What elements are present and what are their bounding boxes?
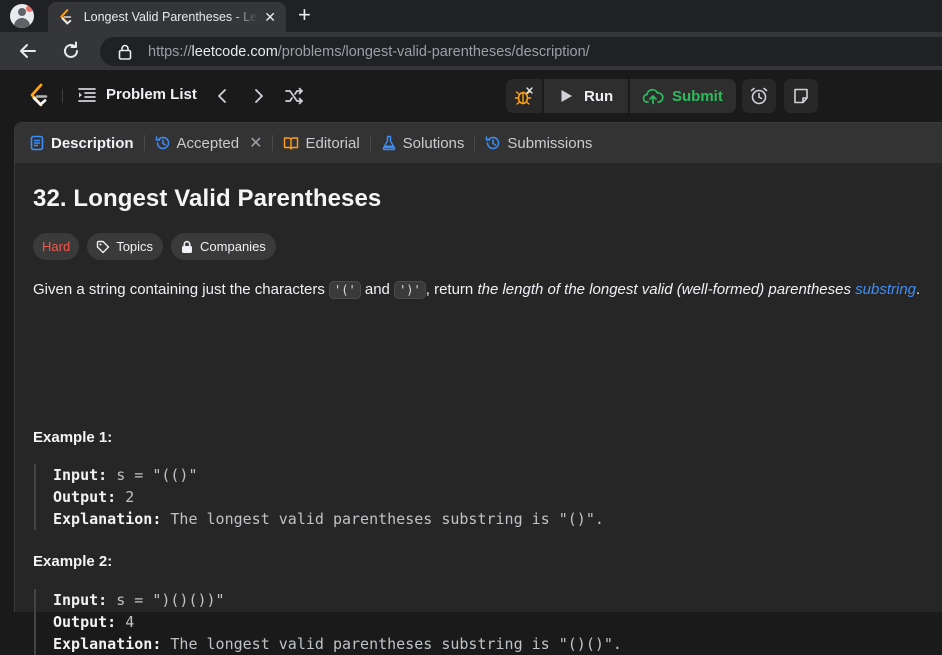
document-icon (30, 135, 44, 151)
back-arrow-icon[interactable] (17, 40, 39, 62)
cloud-upload-icon (642, 88, 664, 105)
example-2-explanation: Explanation: The longest valid parenthes… (53, 633, 622, 655)
input-value: s = ")()())" (107, 591, 225, 609)
problem-list-button[interactable]: Problem List (78, 86, 197, 103)
input-key: Input: (53, 466, 108, 484)
submit-label: Submit (672, 87, 723, 105)
output-value: 4 (116, 613, 135, 631)
browser-tab-title: Longest Valid Parentheses - LeetCode (83, 10, 259, 24)
tab-solutions[interactable]: Solutions (381, 134, 465, 152)
tab-description[interactable]: Description (29, 135, 134, 152)
lock-icon (182, 240, 193, 253)
debug-bug-icon (514, 87, 533, 105)
statement-and: and (360, 281, 395, 298)
tab-solutions-label: Solutions (402, 134, 465, 152)
problem-list-label: Problem List (106, 86, 197, 103)
code-open-paren: '(' (329, 281, 361, 299)
close-tab-icon[interactable]: ✕ (264, 9, 276, 26)
problem-content: 32. Longest Valid Parentheses Hard Topic… (33, 185, 933, 655)
next-problem-chevron-right-icon[interactable] (249, 86, 269, 106)
submit-button[interactable]: Submit (630, 79, 736, 113)
history-icon (155, 136, 169, 150)
book-icon (284, 137, 299, 150)
debug-button[interactable] (506, 79, 542, 113)
leetcode-logo-icon[interactable] (28, 83, 50, 109)
difficulty-badge: Hard (33, 233, 80, 260)
new-tab-icon[interactable]: + (298, 4, 311, 26)
example-1-block: Input: s = "(()" Output: 2 Explanation: … (34, 464, 604, 530)
close-accepted-tab-icon[interactable]: ✕ (249, 133, 262, 153)
example-2-heading: Example 2: (33, 553, 113, 570)
example-2-input: Input: s = ")()())" (53, 589, 622, 611)
browser-tab-strip: Longest Valid Parentheses - LeetCode ✕ + (0, 0, 942, 32)
input-value: s = "(()" (107, 466, 198, 484)
leetcode-top-bar: Problem List Run Submit (4, 70, 942, 122)
prev-problem-chevron-left-icon[interactable] (212, 86, 232, 106)
tab-editorial[interactable]: Editorial (283, 134, 360, 152)
companies-button[interactable]: Companies (171, 233, 276, 260)
output-key: Output: (53, 613, 117, 631)
code-close-paren: ')' (394, 281, 426, 299)
output-key: Output: (53, 488, 117, 506)
shuffle-icon[interactable] (284, 86, 304, 106)
topics-button[interactable]: Topics (87, 233, 164, 260)
example-2-output: Output: 4 (53, 611, 622, 633)
example-1-heading: Example 1: (33, 429, 113, 446)
tab-submissions[interactable]: Submissions (485, 135, 592, 152)
tab-submissions-label: Submissions (507, 134, 593, 152)
description-panel: Description Accepted ✕ Editorial Solutio… (14, 122, 942, 655)
browser-toolbar: https://leetcode.com/problems/longest-va… (0, 32, 942, 70)
output-value: 2 (116, 488, 135, 506)
notes-button[interactable] (784, 79, 818, 113)
lock-icon[interactable] (118, 44, 132, 60)
substring-link[interactable]: substring (855, 281, 916, 298)
flask-icon (382, 135, 395, 151)
problem-statement: Given a string containing just the chara… (33, 279, 933, 301)
address-bar[interactable]: https://leetcode.com/problems/longest-va… (100, 37, 942, 66)
statement-text-2: , return (425, 281, 478, 298)
companies-label: Companies (200, 239, 266, 254)
example-1-explanation: Explanation: The longest valid parenthes… (53, 508, 604, 530)
url-host: leetcode.com (191, 43, 278, 60)
statement-end: . (916, 281, 921, 298)
topics-label: Topics (116, 239, 154, 254)
alarm-clock-icon (750, 87, 768, 105)
input-key: Input: (53, 591, 108, 609)
list-icon (78, 87, 96, 102)
explanation-key: Explanation: (53, 635, 162, 653)
tag-icon (96, 240, 110, 253)
leetcode-favicon-icon (60, 9, 72, 25)
problem-tags: Hard Topics Companies (33, 233, 933, 260)
url-prefix: https:// (148, 43, 192, 60)
example-1-output: Output: 2 (53, 486, 604, 508)
run-button[interactable]: Run (544, 79, 628, 113)
problem-title[interactable]: 32. Longest Valid Parentheses (33, 185, 933, 213)
statement-italic: the length of the longest valid (well-fo… (477, 281, 856, 298)
reload-icon[interactable] (60, 40, 82, 62)
run-label: Run (584, 87, 614, 105)
explanation-value: The longest valid parentheses substring … (161, 510, 604, 528)
tab-editorial-label: Editorial (305, 134, 360, 152)
browser-tab[interactable]: Longest Valid Parentheses - LeetCode ✕ (48, 2, 286, 32)
explanation-value: The longest valid parentheses substring … (161, 635, 622, 653)
tab-accepted[interactable]: Accepted ✕ (155, 133, 262, 153)
history-icon (486, 136, 500, 150)
example-2-block: Input: s = ")()())" Output: 4 Explanatio… (34, 589, 622, 655)
url-path: /problems/longest-valid-parentheses/desc… (277, 43, 590, 60)
logo-divider (62, 89, 63, 103)
run-submit-group: Run Submit (506, 79, 736, 113)
panel-tabs: Description Accepted ✕ Editorial Solutio… (15, 123, 942, 163)
timer-button[interactable] (742, 79, 776, 113)
example-1-input: Input: s = "(()" (53, 464, 604, 486)
explanation-key: Explanation: (53, 510, 162, 528)
url-text: https://leetcode.com/problems/longest-va… (148, 44, 590, 60)
profile-avatar-icon[interactable] (10, 4, 34, 28)
tab-accepted-label: Accepted (176, 134, 240, 152)
note-icon (794, 88, 808, 104)
play-icon (561, 90, 572, 102)
tab-description-label: Description (51, 134, 134, 152)
statement-text-1: Given a string containing just the chara… (33, 281, 329, 298)
